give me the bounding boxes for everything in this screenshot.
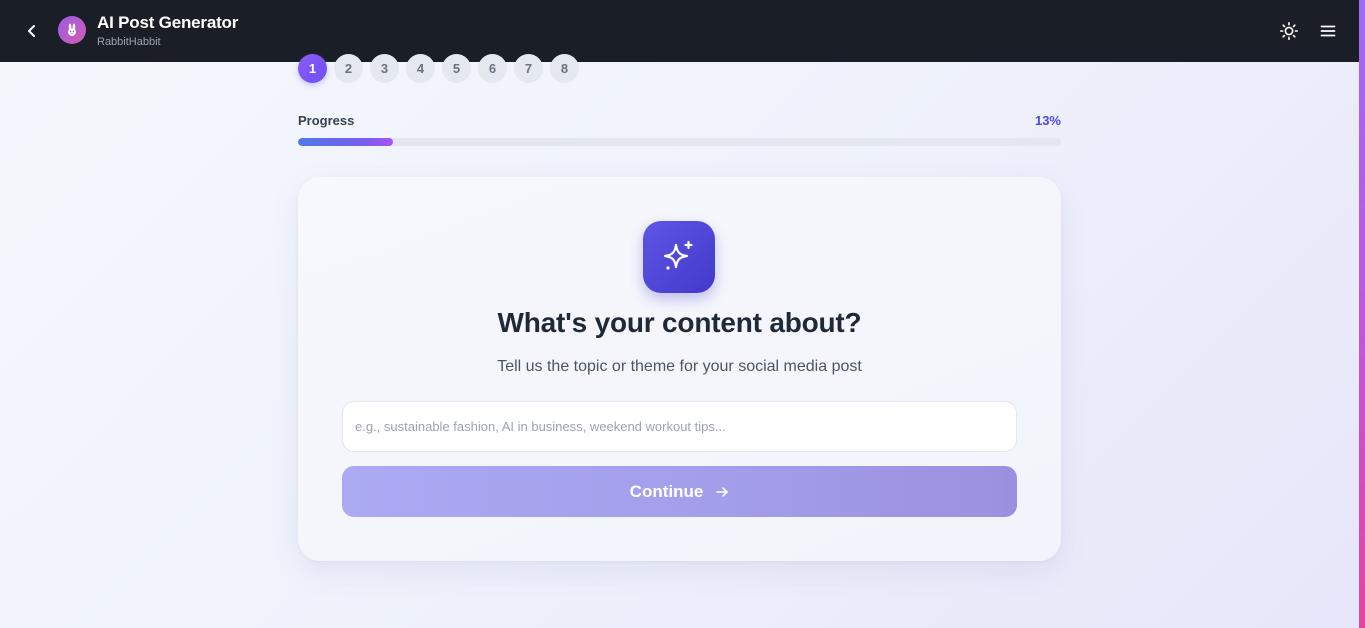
- top-bar: AI Post Generator RabbitHabbit: [0, 0, 1359, 62]
- arrow-right-icon: [716, 486, 729, 497]
- continue-label: Continue: [629, 481, 704, 501]
- progress-bar: [298, 138, 1061, 146]
- step-4[interactable]: 4: [406, 54, 435, 83]
- rabbit-icon: [68, 23, 76, 36]
- step-2[interactable]: 2: [334, 54, 363, 83]
- sparkles-icon: [663, 240, 693, 270]
- chevron-left-icon: [28, 25, 35, 37]
- menu-button[interactable]: [1316, 19, 1340, 43]
- step-8[interactable]: 8: [550, 54, 579, 83]
- theme-toggle-button[interactable]: [1277, 19, 1301, 43]
- hamburger-menu-icon: [1320, 25, 1336, 37]
- avatar: [58, 16, 86, 44]
- back-button[interactable]: [20, 19, 44, 43]
- topic-card: What's your content about? Tell us the t…: [298, 177, 1061, 561]
- step-7[interactable]: 7: [514, 54, 543, 83]
- step-3[interactable]: 3: [370, 54, 399, 83]
- step-1[interactable]: 1: [298, 54, 327, 83]
- app-subtitle: RabbitHabbit: [97, 36, 161, 48]
- card-title: What's your content about?: [497, 307, 862, 338]
- app-title: AI Post Generator: [97, 13, 239, 32]
- hero-icon-badge: [643, 221, 715, 293]
- step-6[interactable]: 6: [478, 54, 507, 83]
- topic-input[interactable]: [342, 401, 1017, 452]
- progress-label: Progress: [298, 113, 355, 128]
- step-5[interactable]: 5: [442, 54, 471, 83]
- card-subtitle: Tell us the topic or theme for your soci…: [497, 358, 862, 375]
- progress-percent: 13%: [1034, 113, 1061, 128]
- progress-fill: [298, 138, 394, 146]
- scrollbar[interactable]: [1359, 0, 1365, 628]
- continue-button[interactable]: Continue: [342, 466, 1017, 517]
- sun-icon: [1279, 21, 1299, 41]
